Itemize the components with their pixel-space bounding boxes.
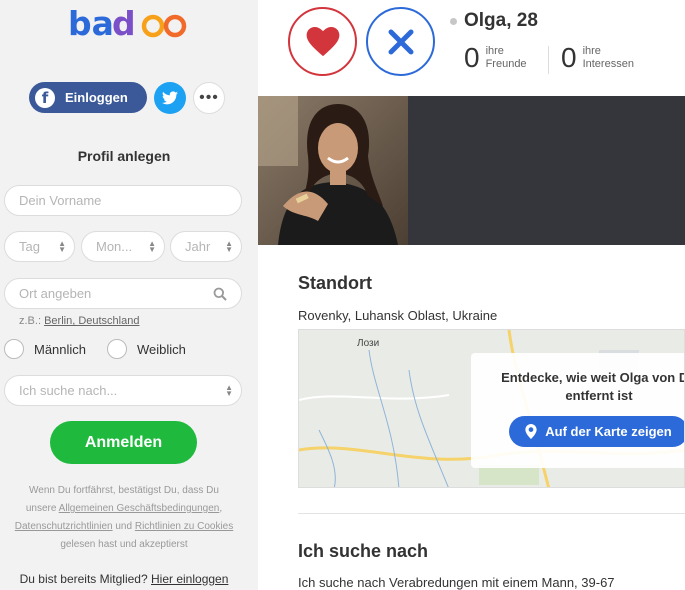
location-map[interactable]: Лози Entdecke, wie weit Olga von Dir ent… (298, 329, 685, 488)
legal-and: und (115, 521, 133, 532)
looking-for-section-title: Ich suche nach (298, 541, 429, 561)
select-caret-icon: ▲ ▼ (225, 239, 233, 254)
birth-month-select[interactable]: Mon... ▲ ▼ (81, 231, 165, 262)
profile-main: Olga, 28 0 ihre Freunde 0 ihre Interessen (258, 0, 685, 590)
facebook-icon: f (35, 87, 55, 108)
login-link[interactable]: Hier einloggen (151, 572, 228, 586)
signup-sidebar: ba d f Einloggen ••• Profil anlegen Dein… (0, 0, 258, 590)
map-pin-icon (525, 424, 537, 439)
facebook-login-button[interactable]: f Einloggen (29, 82, 147, 113)
gender-female-label: Weiblich (137, 341, 186, 357)
legal-line-4: gelesen hast und akzeptierst (60, 539, 188, 550)
member-text: Du bist bereits Mitglied? (19, 572, 148, 586)
interests-count: 0 (561, 42, 577, 73)
friends-label-line-1: ihre (485, 45, 504, 57)
privacy-link[interactable]: Datenschutzrichtlinien (15, 521, 113, 532)
select-caret-icon: ▲ ▼ (58, 239, 66, 254)
friends-stat[interactable]: 0 ihre Freunde (464, 42, 527, 74)
friends-label-line-2: Freunde (485, 58, 527, 70)
show-on-map-label: Auf der Karte zeigen (545, 424, 672, 439)
year-placeholder: Jahr (185, 239, 211, 254)
interests-stat[interactable]: 0 ihre Interessen (561, 42, 634, 74)
select-caret-icon: ▲ ▼ (148, 239, 156, 254)
friends-label: ihre Freunde (486, 45, 527, 71)
facebook-login-label: Einloggen (65, 90, 128, 105)
legal-line-1: Wenn Du fortfährst, bestätigst Du, dass … (29, 485, 219, 496)
interests-label-line-1: ihre (582, 45, 601, 57)
svg-text:ba: ba (68, 4, 114, 43)
radio-female[interactable] (107, 339, 127, 359)
friends-count: 0 (464, 42, 480, 73)
show-on-map-button[interactable]: Auf der Karte zeigen (509, 416, 684, 447)
stats-divider (548, 46, 549, 74)
twitter-icon (162, 91, 178, 105)
close-icon (388, 29, 413, 54)
firstname-placeholder: Dein Vorname (19, 193, 102, 208)
radio-male[interactable] (4, 339, 24, 359)
existing-member-prompt: Du bist bereits Mitglied? Hier einloggen (0, 572, 248, 586)
section-divider (298, 513, 685, 514)
map-distance-card: Entdecke, wie weit Olga von Dir entfernt… (471, 353, 685, 468)
location-section-title: Standort (298, 273, 372, 293)
interests-label: ihre Interessen (583, 45, 634, 71)
looking-for-select[interactable]: Ich suche nach... ▲ ▼ (4, 375, 242, 406)
map-card-text: Entdecke, wie weit Olga von Dir entfernt… (501, 370, 685, 403)
svg-text:d: d (112, 4, 136, 43)
birth-day-select[interactable]: Tag ▲ ▼ (4, 231, 75, 262)
legal-prefix: unsere (25, 503, 57, 514)
gender-male-label: Männlich (34, 341, 87, 357)
location-hint: z.B.: Berlin, Deutschland (19, 315, 139, 327)
profile-photo[interactable] (258, 96, 408, 245)
looking-for-text: Ich suche nach Verabredungen mit einem M… (298, 575, 615, 590)
gender-male-option[interactable]: Männlich (4, 339, 86, 359)
legal-notice: Wenn Du fortfährst, bestätigst Du, dass … (0, 482, 248, 554)
search-icon (213, 287, 227, 301)
badoo-logo[interactable]: ba d (68, 4, 188, 44)
birth-year-select[interactable]: Jahr ▲ ▼ (170, 231, 242, 262)
online-status-dot (450, 18, 457, 25)
signup-button[interactable]: Anmelden (50, 421, 197, 464)
cookies-link[interactable]: Richtlinien zu Cookies (135, 521, 233, 532)
more-options-button[interactable]: ••• (193, 82, 225, 114)
signup-title: Profil anlegen (77, 148, 171, 164)
map-place-label: Лози (357, 338, 380, 349)
hint-prefix: z.B.: (19, 315, 42, 327)
location-input[interactable]: Ort angeben (4, 278, 242, 309)
more-dots-icon: ••• (199, 89, 219, 106)
location-placeholder: Ort angeben (19, 286, 92, 301)
day-placeholder: Tag (19, 239, 40, 254)
looking-for-placeholder: Ich suche nach... (19, 383, 118, 398)
select-caret-icon: ▲ ▼ (225, 383, 233, 398)
gender-female-option[interactable]: Weiblich (107, 339, 186, 359)
photo-strip (258, 96, 685, 245)
location-text: Rovenky, Luhansk Oblast, Ukraine (298, 308, 498, 323)
terms-link[interactable]: Allgemeinen Geschäftsbedingungen (59, 503, 220, 514)
pass-button[interactable] (366, 7, 435, 76)
twitter-login-button[interactable] (154, 82, 186, 114)
heart-icon (306, 26, 339, 56)
hint-example-link[interactable]: Berlin, Deutschland (44, 315, 139, 327)
like-button[interactable] (288, 7, 357, 76)
profile-name-age: Olga, 28 (464, 10, 538, 31)
month-placeholder: Mon... (96, 239, 133, 254)
interests-label-line-2: Interessen (582, 58, 634, 70)
firstname-input[interactable]: Dein Vorname (4, 185, 242, 216)
